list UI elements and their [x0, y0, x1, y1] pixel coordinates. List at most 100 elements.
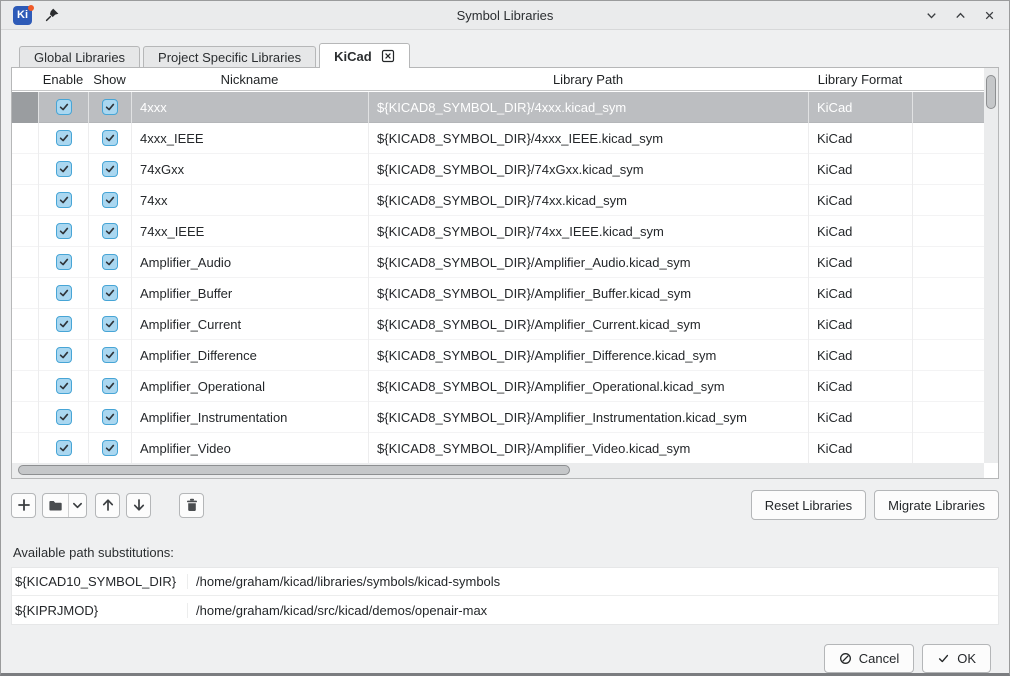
browse-options-button[interactable]: [69, 494, 86, 517]
library-format-cell[interactable]: KiCad: [808, 278, 912, 309]
library-format-cell[interactable]: KiCad: [808, 433, 912, 464]
enable-checkbox[interactable]: [56, 378, 72, 394]
table-row[interactable]: 74xGxx ${KICAD8_SYMBOL_DIR}/74xGxx.kicad…: [12, 154, 984, 185]
nickname-cell[interactable]: Amplifier_Video: [131, 433, 368, 464]
show-checkbox[interactable]: [102, 316, 118, 332]
library-format-cell[interactable]: KiCad: [808, 216, 912, 247]
move-up-button[interactable]: [95, 493, 120, 518]
row-header-cell[interactable]: [12, 309, 38, 340]
nickname-cell[interactable]: 74xx_IEEE: [131, 216, 368, 247]
library-format-cell[interactable]: KiCad: [808, 92, 912, 123]
show-checkbox[interactable]: [102, 192, 118, 208]
maximize-icon[interactable]: [953, 8, 968, 23]
nickname-cell[interactable]: Amplifier_Audio: [131, 247, 368, 278]
enable-checkbox[interactable]: [56, 440, 72, 456]
nickname-cell[interactable]: Amplifier_Instrumentation: [131, 402, 368, 433]
row-header-cell[interactable]: [12, 154, 38, 185]
enable-checkbox[interactable]: [56, 254, 72, 270]
library-path-cell[interactable]: ${KICAD8_SYMBOL_DIR}/Amplifier_Instrumen…: [368, 402, 808, 433]
table-row[interactable]: Amplifier_Difference ${KICAD8_SYMBOL_DIR…: [12, 340, 984, 371]
library-path-cell[interactable]: ${KICAD8_SYMBOL_DIR}/4xxx.kicad_sym: [368, 92, 808, 123]
enable-checkbox[interactable]: [56, 161, 72, 177]
table-row[interactable]: Amplifier_Instrumentation ${KICAD8_SYMBO…: [12, 402, 984, 433]
row-header-cell[interactable]: [12, 185, 38, 216]
reset-libraries-button[interactable]: Reset Libraries: [751, 490, 866, 520]
library-format-cell[interactable]: KiCad: [808, 340, 912, 371]
enable-checkbox[interactable]: [56, 130, 72, 146]
row-header-cell[interactable]: [12, 402, 38, 433]
table-row[interactable]: 74xx_IEEE ${KICAD8_SYMBOL_DIR}/74xx_IEEE…: [12, 216, 984, 247]
library-path-cell[interactable]: ${KICAD8_SYMBOL_DIR}/74xGxx.kicad_sym: [368, 154, 808, 185]
library-path-cell[interactable]: ${KICAD8_SYMBOL_DIR}/Amplifier_Operation…: [368, 371, 808, 402]
browse-library-button[interactable]: [43, 494, 69, 517]
enable-checkbox[interactable]: [56, 285, 72, 301]
nickname-cell[interactable]: 74xGxx: [131, 154, 368, 185]
column-header-library-format[interactable]: Library Format: [808, 72, 912, 87]
horizontal-scrollbar-thumb[interactable]: [18, 465, 570, 475]
library-path-cell[interactable]: ${KICAD8_SYMBOL_DIR}/Amplifier_Differenc…: [368, 340, 808, 371]
column-header-enable[interactable]: Enable: [38, 72, 88, 87]
library-format-cell[interactable]: KiCad: [808, 185, 912, 216]
library-format-cell[interactable]: KiCad: [808, 402, 912, 433]
row-header-cell[interactable]: [12, 278, 38, 309]
minimize-icon[interactable]: [924, 8, 939, 23]
row-header-cell[interactable]: [12, 433, 38, 464]
close-icon[interactable]: [982, 8, 997, 23]
add-row-button[interactable]: [11, 493, 36, 518]
tab-global-libraries[interactable]: Global Libraries: [19, 46, 140, 67]
library-format-cell[interactable]: KiCad: [808, 309, 912, 340]
show-checkbox[interactable]: [102, 285, 118, 301]
library-path-cell[interactable]: ${KICAD8_SYMBOL_DIR}/74xx_IEEE.kicad_sym: [368, 216, 808, 247]
migrate-libraries-button[interactable]: Migrate Libraries: [874, 490, 999, 520]
table-row[interactable]: 74xx ${KICAD8_SYMBOL_DIR}/74xx.kicad_sym…: [12, 185, 984, 216]
row-header-cell[interactable]: [12, 123, 38, 154]
column-header-nickname[interactable]: Nickname: [131, 72, 368, 87]
library-format-cell[interactable]: KiCad: [808, 154, 912, 185]
library-path-cell[interactable]: ${KICAD8_SYMBOL_DIR}/4xxx_IEEE.kicad_sym: [368, 123, 808, 154]
nickname-cell[interactable]: 74xx: [131, 185, 368, 216]
enable-checkbox[interactable]: [56, 409, 72, 425]
row-header-cell[interactable]: [12, 216, 38, 247]
show-checkbox[interactable]: [102, 99, 118, 115]
table-row[interactable]: Amplifier_Audio ${KICAD8_SYMBOL_DIR}/Amp…: [12, 247, 984, 278]
table-row[interactable]: Amplifier_Operational ${KICAD8_SYMBOL_DI…: [12, 371, 984, 402]
column-header-show[interactable]: Show: [88, 72, 131, 87]
move-down-button[interactable]: [126, 493, 151, 518]
horizontal-scrollbar[interactable]: [12, 463, 984, 478]
nickname-cell[interactable]: Amplifier_Current: [131, 309, 368, 340]
show-checkbox[interactable]: [102, 409, 118, 425]
library-path-cell[interactable]: ${KICAD8_SYMBOL_DIR}/74xx.kicad_sym: [368, 185, 808, 216]
nickname-cell[interactable]: Amplifier_Operational: [131, 371, 368, 402]
library-path-cell[interactable]: ${KICAD8_SYMBOL_DIR}/Amplifier_Current.k…: [368, 309, 808, 340]
table-row[interactable]: 4xxx_IEEE ${KICAD8_SYMBOL_DIR}/4xxx_IEEE…: [12, 123, 984, 154]
table-row[interactable]: Amplifier_Current ${KICAD8_SYMBOL_DIR}/A…: [12, 309, 984, 340]
delete-row-button[interactable]: [179, 493, 204, 518]
show-checkbox[interactable]: [102, 347, 118, 363]
show-checkbox[interactable]: [102, 130, 118, 146]
table-row[interactable]: 4xxx ${KICAD8_SYMBOL_DIR}/4xxx.kicad_sym…: [12, 92, 984, 123]
library-format-cell[interactable]: KiCad: [808, 371, 912, 402]
library-format-cell[interactable]: KiCad: [808, 123, 912, 154]
vertical-scrollbar[interactable]: [984, 68, 998, 463]
show-checkbox[interactable]: [102, 378, 118, 394]
library-path-cell[interactable]: ${KICAD8_SYMBOL_DIR}/Amplifier_Audio.kic…: [368, 247, 808, 278]
tab-close-icon[interactable]: [381, 49, 395, 63]
enable-checkbox[interactable]: [56, 347, 72, 363]
library-path-cell[interactable]: ${KICAD8_SYMBOL_DIR}/Amplifier_Video.kic…: [368, 433, 808, 464]
browse-library-split-button[interactable]: [42, 493, 87, 518]
nickname-cell[interactable]: Amplifier_Difference: [131, 340, 368, 371]
vertical-scrollbar-thumb[interactable]: [986, 75, 996, 109]
column-header-library-path[interactable]: Library Path: [368, 72, 808, 87]
tab-kicad[interactable]: KiCad: [319, 43, 410, 68]
nickname-cell[interactable]: 4xxx_IEEE: [131, 123, 368, 154]
enable-checkbox[interactable]: [56, 316, 72, 332]
nickname-cell[interactable]: 4xxx: [131, 92, 368, 123]
cancel-button[interactable]: Cancel: [824, 644, 914, 673]
enable-checkbox[interactable]: [56, 192, 72, 208]
show-checkbox[interactable]: [102, 223, 118, 239]
row-header-cell[interactable]: [12, 92, 38, 123]
show-checkbox[interactable]: [102, 161, 118, 177]
show-checkbox[interactable]: [102, 254, 118, 270]
library-path-cell[interactable]: ${KICAD8_SYMBOL_DIR}/Amplifier_Buffer.ki…: [368, 278, 808, 309]
ok-button[interactable]: OK: [922, 644, 991, 673]
